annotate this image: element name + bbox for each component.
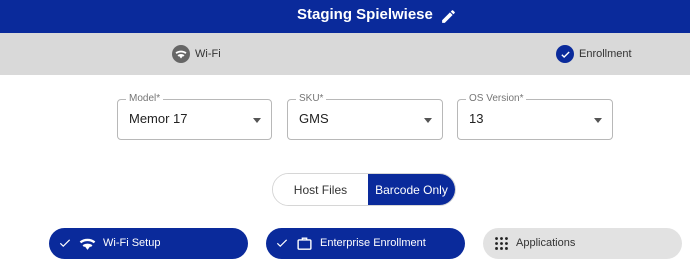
step-wifi[interactable]: Wi-Fi bbox=[172, 33, 221, 75]
stepper: Wi-Fi Enrollment bbox=[0, 33, 690, 75]
wifi-icon bbox=[79, 238, 96, 250]
briefcase-icon bbox=[297, 237, 312, 250]
sku-value: GMS bbox=[299, 111, 329, 126]
applications-label: Applications bbox=[516, 237, 576, 249]
app-header: Staging Spielwiese bbox=[0, 0, 690, 33]
step-enrollment-label: Enrollment bbox=[579, 48, 632, 60]
check-icon bbox=[556, 45, 574, 63]
os-version-label: OS Version* bbox=[466, 93, 527, 105]
chevron-down-icon bbox=[424, 118, 432, 123]
model-label: Model* bbox=[126, 93, 164, 105]
applications-button[interactable]: Applications bbox=[483, 228, 682, 259]
check-icon bbox=[59, 239, 71, 248]
step-wifi-label: Wi-Fi bbox=[195, 48, 221, 60]
sku-label: SKU* bbox=[296, 93, 327, 105]
enterprise-enrollment-label: Enterprise Enrollment bbox=[320, 237, 426, 249]
pencil-icon[interactable] bbox=[440, 8, 457, 25]
page-title: Staging Spielwiese bbox=[297, 6, 433, 23]
host-files-option[interactable]: Host Files bbox=[273, 174, 368, 205]
os-version-select[interactable]: OS Version* 13 bbox=[457, 93, 613, 140]
chevron-down-icon bbox=[594, 118, 602, 123]
check-icon bbox=[276, 239, 288, 248]
chevron-down-icon bbox=[253, 118, 261, 123]
wifi-setup-button[interactable]: Wi-Fi Setup bbox=[49, 228, 248, 259]
apps-grid-icon bbox=[495, 237, 508, 250]
enterprise-enrollment-button[interactable]: Enterprise Enrollment bbox=[266, 228, 465, 259]
model-value: Memor 17 bbox=[129, 111, 188, 126]
wifi-icon bbox=[172, 45, 190, 63]
sku-select[interactable]: SKU* GMS bbox=[287, 93, 443, 140]
mode-toggle: Host Files Barcode Only bbox=[272, 173, 456, 206]
step-enrollment[interactable]: Enrollment bbox=[556, 33, 632, 75]
wifi-setup-label: Wi-Fi Setup bbox=[103, 237, 161, 249]
os-version-value: 13 bbox=[469, 111, 484, 126]
barcode-only-option[interactable]: Barcode Only bbox=[367, 174, 455, 205]
model-select[interactable]: Model* Memor 17 bbox=[117, 93, 272, 140]
